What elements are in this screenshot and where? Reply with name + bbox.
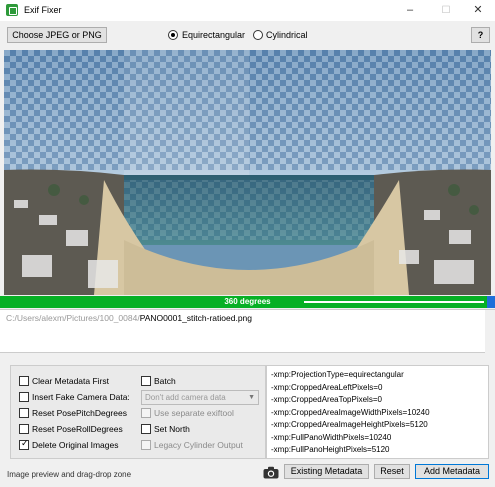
window-title: Exif Fixer [24, 5, 62, 15]
xmp-line: -xmp:FullPanoWidthPixels=10240 [271, 432, 392, 442]
camera-icon[interactable] [263, 466, 279, 479]
file-path-area: C:/Users/alexm/Pictures/100_0084/PANO000… [0, 309, 495, 354]
legacy-cylinder-label[interactable]: Legacy Cylinder Output [154, 440, 243, 450]
insert-fake-camera-checkbox[interactable] [19, 392, 29, 402]
delete-originals-checkbox[interactable] [19, 439, 29, 450]
reset-pitch-label[interactable]: Reset PosePitchDegrees [32, 408, 127, 418]
insert-fake-camera-label[interactable]: Insert Fake Camera Data: [32, 392, 130, 402]
equirectangular-radio[interactable] [168, 30, 178, 40]
file-name: PANO0001_stitch-ratioed.png [139, 313, 253, 323]
xmp-line: -xmp:CroppedAreaImageWidthPixels=10240 [271, 407, 430, 417]
legacy-cylinder-checkbox[interactable] [141, 440, 151, 450]
toolbar: Choose JPEG or PNG Equirectangular Cylin… [0, 22, 495, 48]
camera-data-value: Don't add camera data [145, 393, 226, 402]
chevron-down-icon: ▼ [248, 394, 255, 401]
batch-label[interactable]: Batch [154, 376, 176, 386]
app-icon [6, 4, 18, 16]
equirectangular-label[interactable]: Equirectangular [182, 30, 245, 40]
xmp-line: -xmp:CroppedAreaLeftPixels=0 [271, 382, 383, 392]
title-bar: Exif Fixer – ☐ ✕ [0, 0, 495, 21]
reset-button[interactable]: Reset [374, 464, 410, 479]
options-panel: Clear Metadata First Insert Fake Camera … [10, 365, 266, 459]
xmp-line: -xmp:ProjectionType=equirectangular [271, 370, 404, 379]
delete-originals-label[interactable]: Delete Original Images [32, 440, 118, 450]
add-metadata-button[interactable]: Add Metadata [415, 464, 489, 479]
set-north-label[interactable]: Set North [154, 424, 190, 434]
minimize-button[interactable]: – [393, 0, 427, 21]
xmp-line: -xmp:CroppedAreaImageHeightPixels=5120 [271, 420, 428, 429]
separate-exiftool-label[interactable]: Use separate exiftool [154, 408, 234, 418]
maximize-button[interactable]: ☐ [429, 0, 463, 21]
existing-metadata-button[interactable]: Existing Metadata [284, 464, 369, 479]
separate-exiftool-checkbox[interactable] [141, 408, 151, 418]
panorama-image [4, 50, 491, 295]
path-scrollbar[interactable] [485, 310, 495, 354]
file-path-prefix: C:/Users/alexm/Pictures/100_0084/ [6, 313, 140, 323]
camera-data-dropdown[interactable]: Don't add camera data ▼ [141, 390, 259, 405]
image-preview-dropzone[interactable] [4, 50, 491, 295]
file-path[interactable]: C:/Users/alexm/Pictures/100_0084/PANO000… [6, 313, 252, 323]
clear-metadata-label[interactable]: Clear Metadata First [32, 376, 109, 386]
bottom-panel: Clear Metadata First Insert Fake Camera … [0, 353, 495, 487]
close-button[interactable]: ✕ [461, 0, 495, 21]
cylindrical-label[interactable]: Cylindrical [266, 30, 308, 40]
help-button[interactable]: ? [471, 27, 490, 43]
clear-metadata-checkbox[interactable] [19, 376, 29, 386]
projection-degree-bar: 360 degrees [0, 296, 495, 308]
reset-pitch-checkbox[interactable] [19, 408, 29, 418]
choose-file-button[interactable]: Choose JPEG or PNG [7, 27, 107, 43]
set-north-checkbox[interactable] [141, 424, 151, 434]
degree-label: 360 degrees [224, 297, 271, 306]
cylindrical-radio[interactable] [253, 30, 263, 40]
status-text: Image preview and drag-drop zone [7, 470, 132, 479]
reset-roll-label[interactable]: Reset PoseRollDegrees [32, 424, 123, 434]
batch-checkbox[interactable] [141, 376, 151, 386]
xmp-output-box[interactable]: -xmp:ProjectionType=equirectangular -xmp… [266, 365, 489, 459]
xmp-line: -xmp:CroppedAreaTopPixels=0 [271, 395, 382, 404]
xmp-line: -xmp:FullPanoHeightPixels=5120 [271, 445, 390, 454]
reset-roll-checkbox[interactable] [19, 424, 29, 434]
